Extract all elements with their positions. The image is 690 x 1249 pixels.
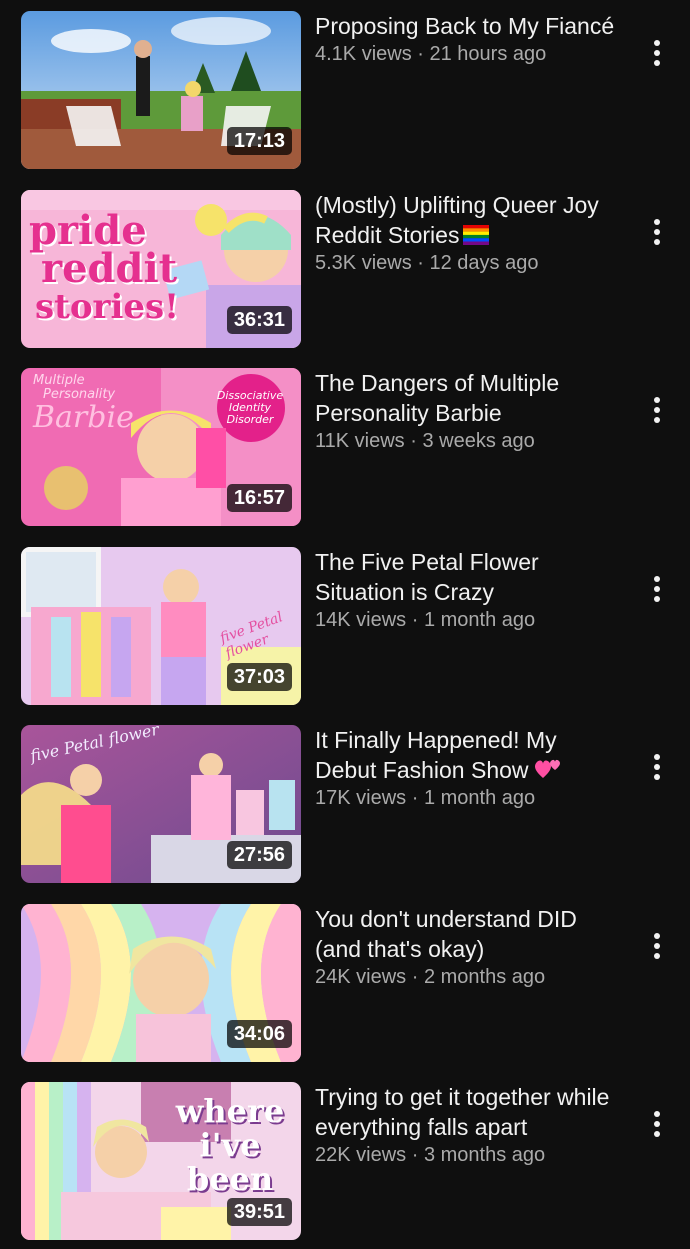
more-vert-icon bbox=[654, 754, 660, 780]
more-options-button[interactable] bbox=[640, 926, 674, 966]
thumbnail-title: where i've been bbox=[175, 1092, 285, 1198]
view-count: 24K views bbox=[315, 966, 407, 988]
duration-badge: 27:56 bbox=[226, 841, 292, 869]
duration-badge: 36:31 bbox=[226, 306, 292, 334]
more-vert-icon bbox=[654, 1111, 660, 1137]
video-list: 17:13 Proposing Back to My Fiancé 4.1K v… bbox=[0, 0, 690, 1249]
video-item[interactable]: five Petal flower 37:03 The Five Petal F… bbox=[0, 547, 690, 707]
video-stats: 22K views · 3 months ago bbox=[315, 1142, 615, 1168]
video-item[interactable]: pride reddit stories! 36:31 (Mostly) Upl… bbox=[0, 190, 690, 350]
separator: · bbox=[404, 430, 423, 452]
view-count: 5.3K views bbox=[315, 252, 412, 274]
video-item[interactable]: where i've been 39:51 Trying to get it t… bbox=[0, 1082, 690, 1249]
video-thumbnail[interactable]: where i've been 39:51 bbox=[21, 1082, 301, 1240]
thumbnail-title: pride reddit stories! bbox=[29, 207, 180, 327]
thumbnail-badge-text: Dissociative Identity Disorder bbox=[216, 389, 284, 426]
more-options-button[interactable] bbox=[640, 212, 674, 252]
video-meta: (Mostly) Uplifting Queer Joy Reddit Stor… bbox=[315, 190, 615, 276]
rainbow-flag-icon bbox=[463, 225, 490, 245]
duration-badge: 39:51 bbox=[226, 1198, 292, 1226]
upload-age: 12 days ago bbox=[429, 252, 539, 274]
upload-age: 1 month ago bbox=[423, 609, 536, 631]
view-count: 22K views bbox=[315, 1144, 407, 1166]
upload-age: 3 months ago bbox=[423, 1144, 546, 1166]
more-vert-icon bbox=[654, 576, 660, 602]
upload-age: 21 hours ago bbox=[429, 43, 547, 65]
video-meta: Trying to get it together while everythi… bbox=[315, 1082, 615, 1168]
video-meta: It Finally Happened! My Debut Fashion Sh… bbox=[315, 725, 615, 811]
video-title[interactable]: (Mostly) Uplifting Queer Joy Reddit Stor… bbox=[315, 190, 615, 250]
more-options-button[interactable] bbox=[640, 569, 674, 609]
video-thumbnail[interactable]: five Petal flower 27:56 bbox=[21, 725, 301, 883]
video-meta: The Five Petal Flower Situation is Crazy… bbox=[315, 547, 615, 633]
more-options-button[interactable] bbox=[640, 747, 674, 787]
more-options-button[interactable] bbox=[640, 1104, 674, 1144]
more-vert-icon bbox=[654, 397, 660, 423]
video-stats: 14K views · 1 month ago bbox=[315, 607, 615, 633]
video-thumbnail[interactable]: 17:13 bbox=[21, 11, 301, 169]
video-thumbnail[interactable]: Multiple Personality Barbie Dissociative… bbox=[21, 368, 301, 526]
video-title[interactable]: Trying to get it together while everythi… bbox=[315, 1082, 615, 1142]
video-title[interactable]: The Dangers of Multiple Personality Barb… bbox=[315, 368, 615, 428]
thumbnail-title: Multiple Personality Barbie bbox=[33, 373, 134, 435]
video-item[interactable]: 34:06 You don't understand DID (and that… bbox=[0, 904, 690, 1064]
more-vert-icon bbox=[654, 40, 660, 66]
video-title[interactable]: You don't understand DID (and that's oka… bbox=[315, 904, 615, 964]
upload-age: 1 month ago bbox=[423, 787, 536, 809]
view-count: 4.1K views bbox=[315, 43, 412, 65]
video-meta: The Dangers of Multiple Personality Barb… bbox=[315, 368, 615, 454]
view-count: 17K views bbox=[315, 787, 407, 809]
separator: · bbox=[406, 787, 424, 809]
view-count: 14K views bbox=[315, 609, 407, 631]
video-stats: 5.3K views · 12 days ago bbox=[315, 250, 615, 276]
duration-badge: 16:57 bbox=[226, 484, 292, 512]
more-vert-icon bbox=[654, 219, 660, 245]
separator: · bbox=[411, 252, 430, 274]
separator: · bbox=[406, 609, 424, 631]
video-title[interactable]: The Five Petal Flower Situation is Crazy bbox=[315, 547, 615, 607]
more-options-button[interactable] bbox=[640, 390, 674, 430]
more-vert-icon bbox=[654, 933, 660, 959]
video-item[interactable]: five Petal flower 27:56 It Finally Happe… bbox=[0, 725, 690, 885]
view-count: 11K views bbox=[315, 430, 405, 452]
video-item[interactable]: Multiple Personality Barbie Dissociative… bbox=[0, 368, 690, 528]
video-stats: 24K views · 2 months ago bbox=[315, 964, 615, 990]
video-stats: 11K views · 3 weeks ago bbox=[315, 428, 615, 454]
video-stats: 17K views · 1 month ago bbox=[315, 785, 615, 811]
duration-badge: 34:06 bbox=[226, 1020, 292, 1048]
separator: · bbox=[406, 1144, 424, 1166]
separator: · bbox=[406, 966, 424, 988]
separator: · bbox=[411, 43, 430, 65]
upload-age: 2 months ago bbox=[423, 966, 546, 988]
video-item[interactable]: 17:13 Proposing Back to My Fiancé 4.1K v… bbox=[0, 11, 690, 171]
video-meta: Proposing Back to My Fiancé 4.1K views ·… bbox=[315, 11, 615, 67]
duration-badge: 17:13 bbox=[226, 127, 292, 155]
video-title[interactable]: It Finally Happened! My Debut Fashion Sh… bbox=[315, 725, 615, 785]
video-thumbnail[interactable]: 34:06 bbox=[21, 904, 301, 1062]
video-stats: 4.1K views · 21 hours ago bbox=[315, 41, 615, 67]
video-title[interactable]: Proposing Back to My Fiancé bbox=[315, 11, 615, 41]
two-hearts-icon bbox=[534, 759, 560, 778]
video-thumbnail[interactable]: five Petal flower 37:03 bbox=[21, 547, 301, 705]
duration-badge: 37:03 bbox=[226, 663, 292, 691]
video-meta: You don't understand DID (and that's oka… bbox=[315, 904, 615, 990]
video-thumbnail[interactable]: pride reddit stories! 36:31 bbox=[21, 190, 301, 348]
upload-age: 3 weeks ago bbox=[422, 430, 535, 452]
more-options-button[interactable] bbox=[640, 33, 674, 73]
